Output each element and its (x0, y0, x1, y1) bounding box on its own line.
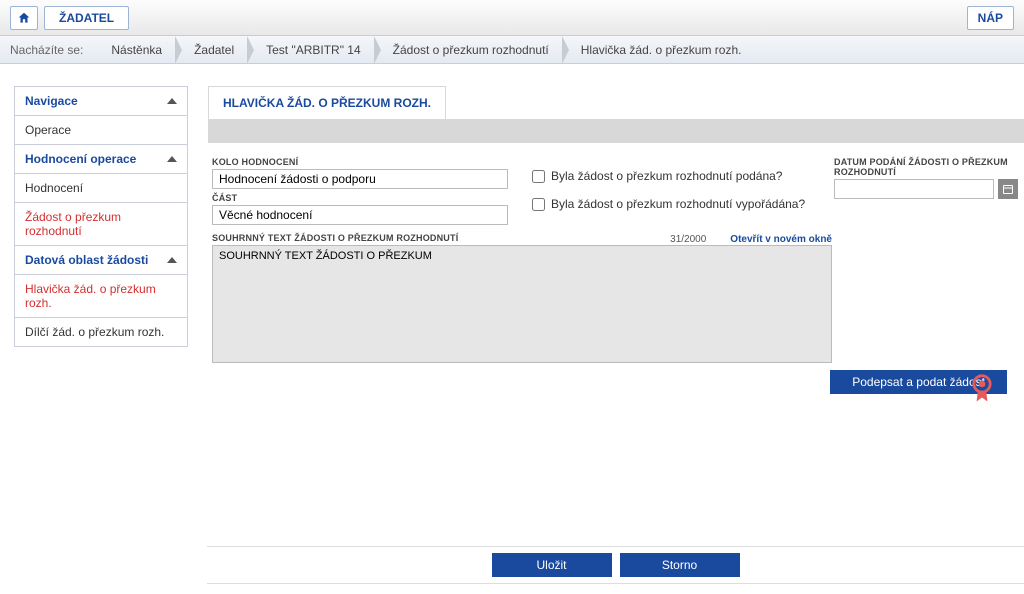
main-content: HLAVIČKA ŽÁD. O PŘEZKUM ROZH. KOLO HODNO… (208, 86, 1024, 394)
open-new-window-link[interactable]: Otevřít v novém okně (730, 234, 832, 245)
sidebar-item-hlavicka[interactable]: Hlavička žád. o přezkum rozh. (15, 275, 187, 318)
cancel-button[interactable]: Storno (620, 553, 740, 577)
tab-applicant[interactable]: ŽADATEL (44, 6, 129, 30)
vyporadana-label: Byla žádost o přezkum rozhodnutí vypořád… (551, 197, 805, 211)
podana-checkbox[interactable] (532, 170, 545, 183)
breadcrumb-item[interactable]: Hlavička žád. o přezkum rozh. (563, 36, 756, 64)
textarea-label: SOUHRNNÝ TEXT ŽÁDOSTI O PŘEZKUM ROZHODNU… (212, 233, 458, 243)
breadcrumb-item[interactable]: Žadatel (176, 36, 248, 64)
home-button[interactable] (10, 6, 38, 30)
sidebar-section-hodnoceni[interactable]: Hodnocení operace (15, 145, 187, 174)
chevron-up-icon (167, 98, 177, 104)
ribbon-icon (968, 373, 996, 407)
breadcrumb-item[interactable]: Žádost o přezkum rozhodnutí (375, 36, 563, 64)
vyporadana-checkbox[interactable] (532, 198, 545, 211)
sidebar-section-navigation[interactable]: Navigace (15, 87, 187, 116)
podana-label: Byla žádost o přezkum rozhodnutí podána? (551, 169, 782, 183)
kolo-label: KOLO HODNOCENÍ (212, 157, 512, 167)
footer-actions: Uložit Storno (207, 546, 1024, 584)
sidebar-item-hodnoceni[interactable]: Hodnocení (15, 174, 187, 203)
cast-label: ČÁST (212, 193, 512, 203)
date-input[interactable] (834, 179, 994, 199)
sidebar-section-label: Navigace (25, 94, 78, 108)
chevron-up-icon (167, 257, 177, 263)
panel-toolbar (208, 119, 1024, 143)
calendar-button[interactable] (998, 179, 1018, 199)
char-counter: 31/2000 (670, 234, 706, 245)
sidebar-item-dilci[interactable]: Dílčí žád. o přezkum rozh. (15, 318, 187, 346)
breadcrumb: Nacházíte se: Nástěnka Žadatel Test "ARB… (0, 36, 1024, 64)
cast-input[interactable] (212, 205, 508, 225)
kolo-input[interactable] (212, 169, 508, 189)
breadcrumb-item[interactable]: Test "ARBITR" 14 (248, 36, 375, 64)
sidebar-section-label: Datová oblast žádosti (25, 253, 148, 267)
top-header: ŽADATEL NÁP (0, 0, 1024, 36)
save-button[interactable]: Uložit (492, 553, 612, 577)
breadcrumb-label: Nacházíte se: (10, 43, 83, 57)
date-label: DATUM PODÁNÍ ŽÁDOSTI O PŘEZKUM ROZHODNUT… (834, 157, 1024, 177)
sidebar-section-label: Hodnocení operace (25, 152, 136, 166)
help-button[interactable]: NÁP (967, 6, 1014, 30)
breadcrumb-item[interactable]: Nástěnka (93, 36, 176, 64)
summary-textarea[interactable] (212, 245, 832, 363)
sidebar-item-operace[interactable]: Operace (15, 116, 187, 145)
sidebar: Navigace Operace Hodnocení operace Hodno… (14, 86, 188, 394)
chevron-up-icon (167, 156, 177, 162)
panel-title: HLAVIČKA ŽÁD. O PŘEZKUM ROZH. (208, 86, 446, 119)
sidebar-section-datova[interactable]: Datová oblast žádosti (15, 246, 187, 275)
calendar-icon (1002, 183, 1014, 195)
seal-badge (968, 373, 996, 410)
sidebar-item-zadost-prezkum[interactable]: Žádost o přezkum rozhodnutí (15, 203, 187, 246)
home-icon (17, 11, 31, 25)
